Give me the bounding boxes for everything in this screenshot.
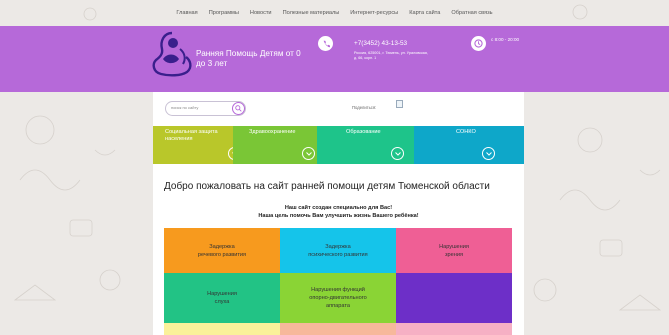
cell-text: Задержка — [325, 243, 351, 250]
subtitle-1: Наш сайт создан специально для Вас! — [284, 205, 393, 211]
address-line2: д. 66, корп. 1 — [354, 56, 377, 60]
tab-healthcare[interactable]: Здравоохранение — [233, 126, 317, 164]
category-tabs: Социальная защита населения Здравоохране… — [153, 126, 524, 164]
tab-label: СОНКО — [456, 129, 476, 135]
category-tile-8[interactable] — [280, 323, 396, 335]
search-icon — [235, 105, 242, 112]
category-tile-7[interactable] — [164, 323, 280, 335]
category-tile-9[interactable] — [396, 323, 512, 335]
nav-item-programs[interactable]: Программы — [209, 10, 239, 16]
cell-text: психического развития — [308, 251, 368, 258]
category-musculoskeletal[interactable]: Нарушения функций опорно-двигательного а… — [280, 273, 396, 323]
nav-item-home[interactable]: Главная — [176, 10, 197, 16]
tab-education[interactable]: Образование — [317, 126, 414, 164]
category-speech-delay[interactable]: Задержка речевого развития — [164, 228, 280, 273]
search-placeholder: поиск по сайту — [171, 104, 199, 110]
site-title-line1: Ранняя Помощь Детям от 0 — [196, 49, 301, 58]
share-image-icon[interactable] — [396, 100, 403, 108]
tab-label: Здравоохранение — [249, 129, 296, 135]
cell-text: Нарушения — [439, 243, 469, 250]
category-hearing[interactable]: Нарушения слуха — [164, 273, 280, 323]
tab-sonko[interactable]: СОНКО — [414, 126, 524, 164]
chevron-down-icon[interactable] — [391, 147, 404, 160]
cell-text: аппарата — [326, 303, 350, 309]
tab-label-line2: населения — [165, 135, 193, 142]
clock-icon — [471, 36, 486, 51]
category-mental-delay[interactable]: Задержка психического развития — [280, 228, 396, 273]
nav-item-feedback[interactable]: Обратная связь — [451, 10, 492, 16]
chevron-down-icon[interactable] — [302, 147, 315, 160]
address: Россия, 625001, г. Тюмень, ул. Ураловска… — [354, 51, 464, 61]
search-button[interactable] — [232, 102, 245, 115]
working-hours: с 8:00 - 20:00 — [491, 37, 520, 42]
category-tile-6[interactable] — [396, 273, 512, 323]
chevron-down-icon[interactable] — [482, 147, 495, 160]
page-title: Добро пожаловать на сайт ранней помощи д… — [164, 181, 490, 192]
site-header — [0, 26, 669, 92]
cell-text: зрения — [444, 251, 464, 258]
subtitle-2: Наша цель помочь Вам улучшить жизнь Ваше… — [258, 213, 419, 219]
cell-text: речевого развития — [197, 251, 247, 258]
cell-text: Нарушения функций — [311, 287, 365, 293]
cell-text: опорно-двигательного — [309, 295, 367, 301]
site-title-line2: до 3 лет — [196, 59, 228, 68]
top-navigation: Главная Программы Новости Полезные матер… — [0, 0, 669, 26]
phone-icon — [318, 36, 333, 51]
phone-number[interactable]: +7(3452) 43-13-53 — [354, 40, 407, 47]
site-title[interactable]: Ранняя Помощь Детям от 0 до 3 лет — [196, 49, 316, 69]
tab-social-protection[interactable]: Социальная защита населения — [153, 126, 241, 164]
share-label: Поделиться: — [352, 105, 377, 110]
cell-text: слуха — [214, 299, 230, 305]
cell-text: Задержка — [209, 243, 235, 250]
nav-item-sitemap[interactable]: Карта сайта — [409, 10, 440, 16]
mother-child-icon[interactable] — [150, 29, 194, 81]
category-vision[interactable]: Нарушения зрения — [396, 228, 512, 273]
nav-item-materials[interactable]: Полезные материалы — [283, 10, 340, 16]
nav-item-news[interactable]: Новости — [250, 10, 272, 16]
tab-label: Образование — [346, 129, 381, 135]
nav-item-resources[interactable]: Интернет-ресурсы — [350, 10, 398, 16]
cell-text: Нарушения — [207, 291, 237, 297]
